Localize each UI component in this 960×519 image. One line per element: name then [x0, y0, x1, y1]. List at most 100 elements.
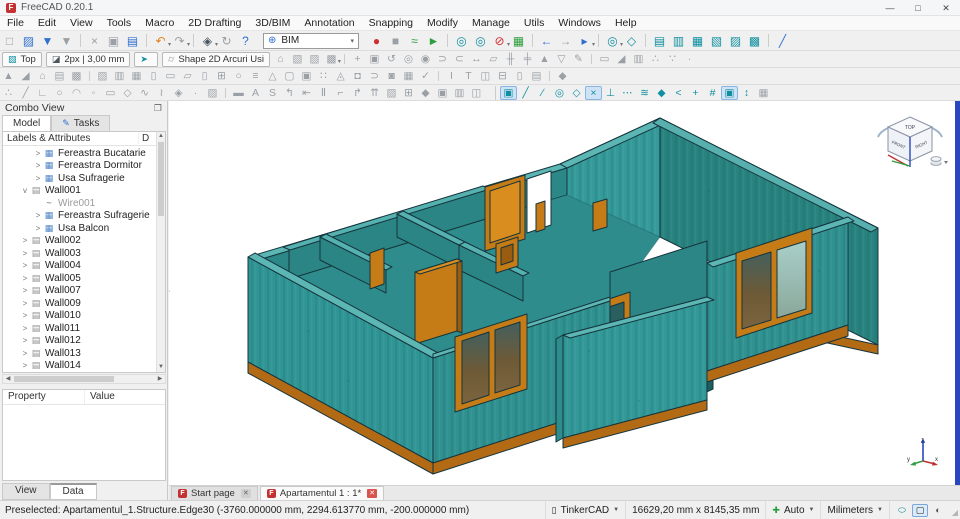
toolbar-icon[interactable]: ◠ — [68, 86, 85, 100]
toolbar-icon[interactable]: ▤ — [51, 69, 68, 83]
toolbar-icon[interactable]: ∴ — [647, 52, 664, 66]
toolbar-icon[interactable]: ◇ — [119, 86, 136, 100]
toolbar-icon[interactable]: ╱ — [768, 32, 792, 49]
toolbar-icon[interactable]: ▣ — [298, 69, 315, 83]
toolbar-icon[interactable]: ▨ — [19, 32, 38, 49]
toolbar-icon[interactable]: ◎ — [400, 52, 417, 66]
toolbar-icon[interactable]: ◢ — [613, 52, 630, 66]
toolbar-icon[interactable]: ⊞ — [400, 86, 417, 100]
menu-item[interactable]: View — [63, 17, 100, 29]
tree-vertical-scrollbar[interactable]: ▲ ▼ — [156, 132, 165, 372]
toolbar-icon[interactable]: ∿ — [136, 86, 153, 100]
menu-item[interactable]: 3D/BIM — [248, 17, 297, 29]
scroll-left-icon[interactable]: ◀ — [3, 375, 13, 383]
tab-view[interactable]: View — [2, 483, 50, 500]
toolbar-icon[interactable]: T — [460, 69, 477, 83]
auto-group-button[interactable]: ➤ — [134, 51, 158, 67]
tree-item[interactable]: > Usa Sufragerie — [3, 172, 156, 185]
toolbar-icon[interactable]: ▥ — [669, 32, 688, 49]
toolbar-icon[interactable]: ▭ — [162, 69, 179, 83]
toolbar-icon[interactable]: ◈ — [170, 86, 187, 100]
tree-item[interactable]: > Fereastra Bucatarie — [3, 147, 156, 160]
toolbar-icon[interactable]: ✎ — [570, 52, 587, 66]
snap-toolbar-icon[interactable]: ↕ — [738, 86, 755, 100]
tree-header-description[interactable]: D — [139, 133, 149, 144]
toolbar-icon[interactable]: ↰ — [281, 86, 298, 100]
close-tab-icon[interactable]: ✕ — [367, 489, 378, 498]
toolbar-icon[interactable]: ≀ — [153, 86, 170, 100]
toolbar-icon[interactable]: ▯ — [196, 69, 213, 83]
snap-toolbar-icon[interactable]: ╱ — [517, 86, 534, 100]
toolbar-icon[interactable]: ▧ — [707, 32, 726, 49]
menu-item[interactable]: Windows — [551, 17, 608, 29]
workbench-selector[interactable]: ⊕ BIM ▾ — [263, 32, 359, 49]
3d-model-house[interactable] — [169, 101, 955, 485]
tree-item[interactable]: > Wall003 — [3, 247, 156, 260]
expander-icon[interactable]: > — [20, 236, 30, 245]
menu-item[interactable]: Macro — [138, 17, 181, 29]
snap-toolbar-icon[interactable]: + — [687, 86, 704, 100]
edit-mode-icon[interactable]: ◐ — [930, 504, 946, 517]
toolbar-icon[interactable]: ▩ — [323, 52, 340, 66]
toolbar-icon[interactable]: ◎ — [447, 32, 471, 49]
expander-icon[interactable]: v — [20, 186, 30, 195]
toolbar-icon[interactable]: ≡ — [247, 69, 264, 83]
close-button[interactable]: ✕ — [932, 0, 960, 16]
toolbar-icon[interactable]: ◇ — [622, 32, 641, 49]
tree-item[interactable]: Wire001 — [3, 197, 156, 210]
tree-item[interactable]: > Wall009 — [3, 297, 156, 310]
toolbar-icon[interactable]: ▭ — [590, 52, 613, 66]
toolbar-icon[interactable]: ◙ — [383, 69, 400, 83]
snap-toolbar-icon[interactable]: ≋ — [636, 86, 653, 100]
toolbar-icon[interactable]: ■ — [386, 32, 405, 49]
toolbar-icon[interactable]: · — [187, 86, 204, 100]
toolbar-icon[interactable]: ∴ — [0, 86, 17, 100]
scrollbar-thumb[interactable] — [158, 142, 164, 216]
close-tab-icon[interactable]: ✕ — [240, 489, 251, 498]
toolbar-icon[interactable]: ▭ — [102, 86, 119, 100]
toolbar-icon[interactable]: A — [247, 86, 264, 100]
toolbar-icon[interactable]: ▼ — [38, 32, 57, 49]
touchpad-mode-icon[interactable]: ⬭ — [894, 504, 910, 517]
scroll-up-icon[interactable]: ▲ — [157, 132, 165, 141]
toolbar-icon[interactable]: ⊞ — [213, 69, 230, 83]
navigation-cube[interactable]: TOP FRONT RIGHT — [872, 111, 948, 173]
snap-toolbar-icon[interactable]: ◆ — [653, 86, 670, 100]
toolbar-icon[interactable]: ▩ — [68, 69, 85, 83]
expander-icon[interactable]: > — [20, 249, 30, 258]
scroll-right-icon[interactable]: ▶ — [155, 375, 165, 383]
3d-viewport[interactable]: TOP FRONT RIGHT z x y — [169, 101, 960, 485]
toolbar-icon[interactable]: ▸ — [575, 32, 595, 49]
toolbar-icon[interactable]: ◆ — [417, 86, 434, 100]
tree-item[interactable]: > Wall014 — [3, 360, 156, 373]
expander-icon[interactable]: > — [33, 149, 43, 158]
tree-horizontal-scrollbar[interactable]: ◀ ▶ — [2, 374, 166, 384]
toolbar-icon[interactable]: ▱ — [485, 52, 502, 66]
toolbar-icon[interactable]: ▨ — [204, 86, 221, 100]
menu-item[interactable]: Manage — [465, 17, 517, 29]
toolbar-icon[interactable]: ∵ — [664, 52, 681, 66]
menu-item[interactable]: Utils — [517, 17, 551, 29]
toolbar-icon[interactable]: ⊘ — [490, 32, 510, 49]
toolbar-icon[interactable]: ▣ — [434, 86, 451, 100]
toolbar-icon[interactable]: ▤ — [645, 32, 669, 49]
toolbar-icon[interactable]: ◬ — [332, 69, 349, 83]
toolbar-icon[interactable]: ▩ — [745, 32, 764, 49]
expander-icon[interactable]: > — [33, 211, 43, 220]
maximize-button[interactable]: □ — [904, 0, 932, 16]
tree-item[interactable]: > Usa Balcon — [3, 222, 156, 235]
expander-icon[interactable]: > — [20, 311, 30, 320]
toolbar-icon[interactable]: ▨ — [306, 52, 323, 66]
tree-item[interactable]: > Wall004 — [3, 260, 156, 273]
menu-item[interactable]: Tools — [100, 17, 139, 29]
toolbar-icon[interactable]: ? — [236, 32, 255, 49]
toolbar-icon[interactable]: ⌐ — [332, 86, 349, 100]
toolbar-icon[interactable]: ► — [424, 32, 443, 49]
expander-icon[interactable]: > — [20, 349, 30, 358]
tree-item[interactable]: > Wall011 — [3, 322, 156, 335]
toolbar-icon[interactable]: ◫ — [468, 86, 485, 100]
menu-item[interactable]: File — [0, 17, 31, 29]
expander-icon[interactable]: > — [20, 274, 30, 283]
snap-toolbar-icon[interactable]: # — [704, 86, 721, 100]
snap-toolbar-icon[interactable]: ◎ — [551, 86, 568, 100]
